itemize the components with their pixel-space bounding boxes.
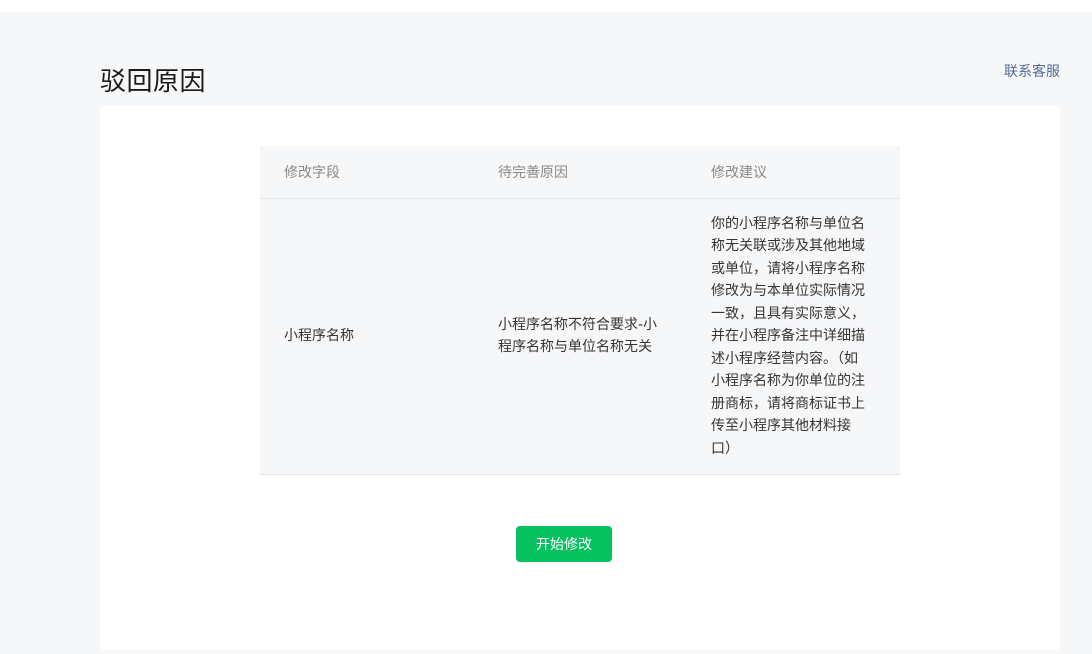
column-header-suggestion: 修改建议: [687, 146, 900, 199]
contact-support-link[interactable]: 联系客服: [1004, 62, 1060, 82]
column-header-field: 修改字段: [260, 146, 474, 199]
column-header-reason: 待完善原因: [474, 146, 687, 199]
start-edit-button[interactable]: 开始修改: [516, 526, 612, 562]
table-row: 小程序名称 小程序名称不符合要求-小程序名称与单位名称无关 你的小程序名称与单位…: [260, 198, 900, 475]
rejection-card: 修改字段 待完善原因 修改建议 小程序名称 小程序名称不符合要求-小程序名称与单…: [100, 106, 1060, 650]
rejection-reason-table: 修改字段 待完善原因 修改建议 小程序名称 小程序名称不符合要求-小程序名称与单…: [260, 146, 900, 475]
table-header-row: 修改字段 待完善原因 修改建议: [260, 146, 900, 199]
page-title: 驳回原因: [100, 67, 207, 98]
cell-reason: 小程序名称不符合要求-小程序名称与单位名称无关: [474, 198, 687, 475]
cell-field: 小程序名称: [260, 198, 474, 475]
cell-suggestion: 你的小程序名称与单位名称无关联或涉及其他地域或单位，请将小程序名称修改为与本单位…: [687, 198, 900, 475]
